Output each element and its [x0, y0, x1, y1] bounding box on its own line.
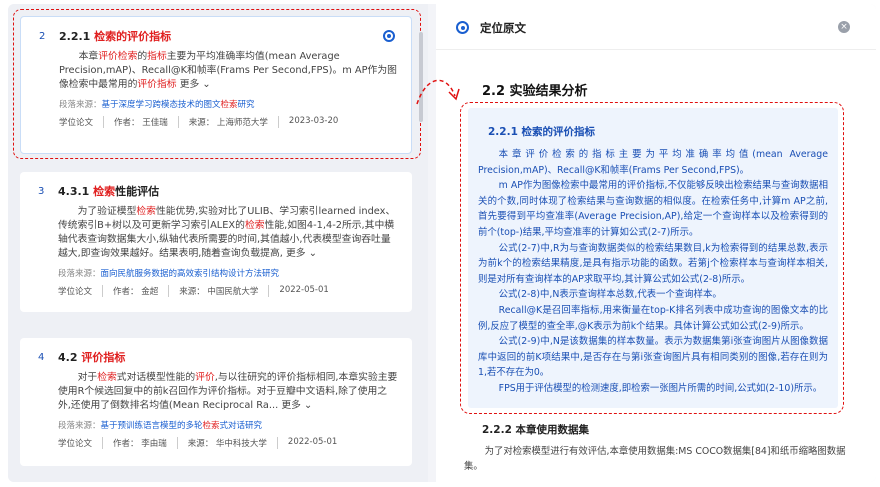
close-icon[interactable]: × — [838, 21, 850, 33]
app-window: 2 2.2.1 检索的评价指标 本章评价检索的指标主要为平均准确率均值(mean… — [8, 4, 876, 482]
result-snippet: 为了验证模型检索性能优势,实验对比了ULIB、学习索引learned index… — [58, 206, 396, 259]
result-meta: 学位论文 作者： 金超 来源： 中国民航大学 2022-05-01 — [34, 285, 398, 297]
result-index: 4 — [38, 351, 45, 363]
results-list[interactable]: 2 2.2.1 检索的评价指标 本章评价检索的指标主要为平均准确率均值(mean… — [8, 4, 428, 482]
result-title[interactable]: 4.3.1 检索性能评估 — [58, 183, 159, 199]
source-panel: 定位原文 × 2.2 实验结果分析 2.2.1 检索的评价指标 本章评价检索的指… — [436, 4, 876, 482]
result-card[interactable]: 3 4.3.1 检索性能评估 为了验证模型检索性能优势,实验对比了ULIB、学习… — [20, 172, 412, 312]
result-source-link[interactable]: 段落来源：面向民航服务数据的高效索引结构设计方法研究 — [34, 267, 398, 279]
panel-title: 定位原文 — [480, 21, 526, 35]
result-meta: 学位论文 作者： 李由瑞 来源： 华中科技大学 2022-05-01 — [34, 437, 398, 449]
target-icon — [456, 21, 469, 34]
result-title[interactable]: 4.2 评价指标 — [58, 349, 125, 365]
panel-header: 定位原文 × — [436, 4, 876, 50]
result-snippet: 对于检索式对话模型性能的评价,与以往研究的评价指标相同,本章实验主要使用R个候选… — [58, 372, 398, 411]
result-card[interactable]: 4 4.2 评价指标 对于检索式对话模型性能的评价,与以往研究的评价指标相同,本… — [20, 338, 412, 466]
more-link[interactable]: 更多 ⌄ — [281, 400, 312, 411]
selection-outline — [13, 9, 421, 159]
body-paragraph: 为了对检索模型进行有效评估,本章使用数据集:MS COCO数据集[84]和纸币缩… — [464, 446, 846, 472]
section-title: 2.2 实验结果分析 — [482, 84, 588, 99]
link-arrow-icon — [416, 79, 460, 105]
result-source-link[interactable]: 段落来源：基于预训练语言模型的多轮检索式对话研究 — [34, 419, 398, 431]
more-link[interactable]: 更多 ⌄ — [286, 248, 317, 259]
passage-outline — [460, 102, 844, 414]
result-index: 3 — [38, 185, 45, 197]
section-title-2: 2.2.2 本章使用数据集 — [482, 424, 590, 436]
